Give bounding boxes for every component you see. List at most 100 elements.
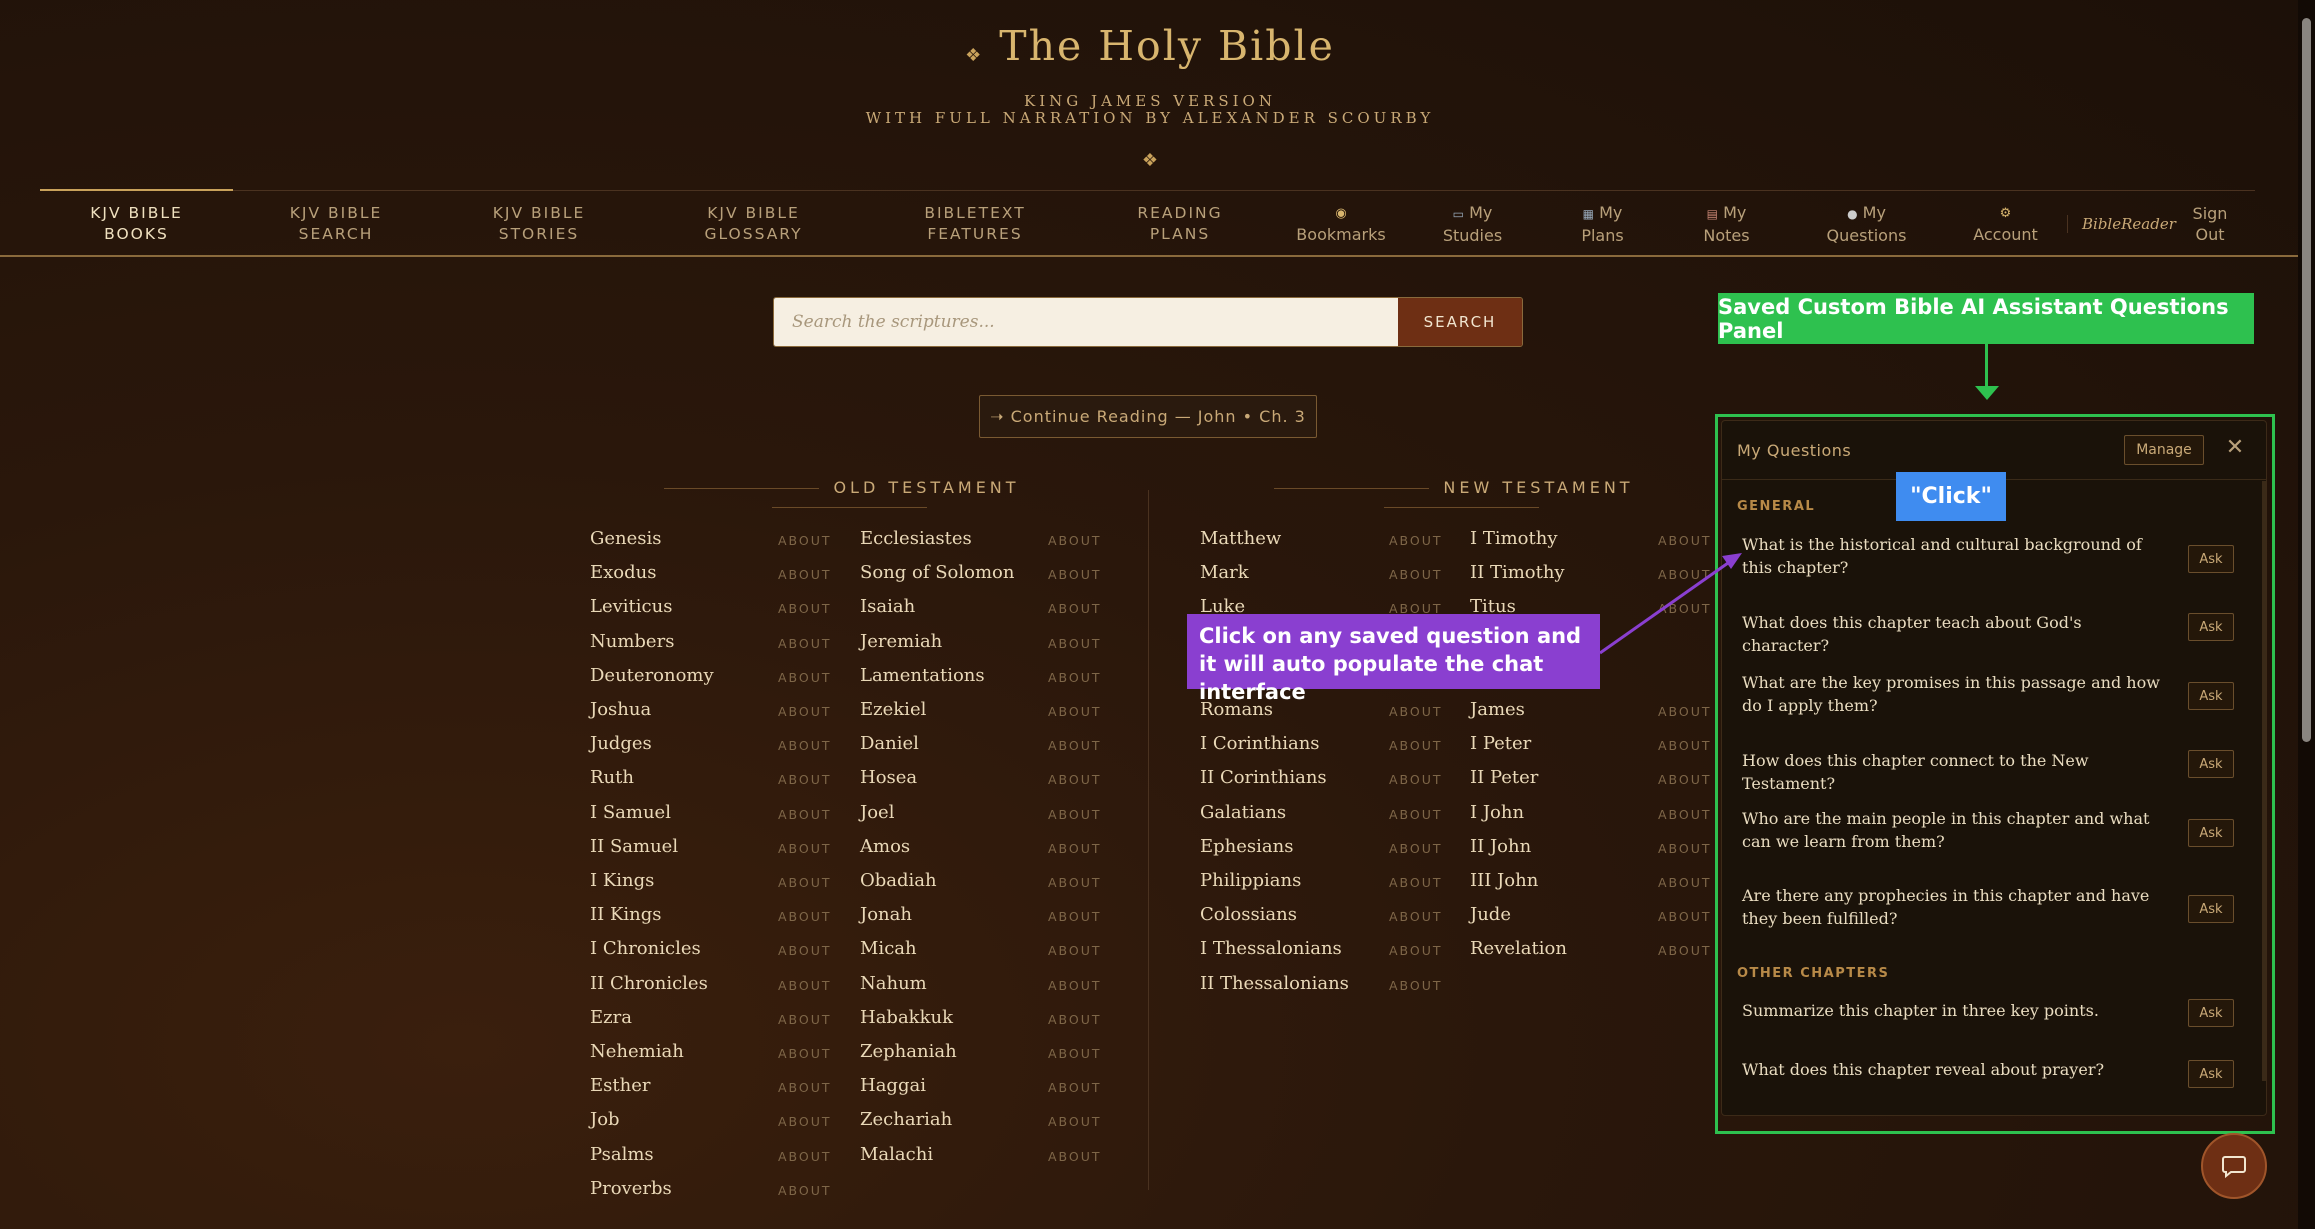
about-link[interactable]: ABOUT [778,533,832,548]
about-link[interactable]: ABOUT [778,670,832,685]
about-link[interactable]: ABOUT [1658,807,1712,822]
about-link[interactable]: ABOUT [1389,841,1443,856]
book-link[interactable]: Daniel [860,733,919,754]
nav-my-plans[interactable]: ▦ My Plans [1541,202,1664,246]
book-link[interactable]: Amos [860,836,910,857]
book-link[interactable]: Isaiah [860,596,915,617]
book-link[interactable]: Mark [1200,562,1249,583]
book-link[interactable]: I Peter [1470,733,1531,754]
book-link[interactable]: Judges [590,733,652,754]
book-link[interactable]: II Corinthians [1200,767,1327,788]
chat-button[interactable] [2201,1133,2267,1199]
book-link[interactable]: I Chronicles [590,938,701,959]
book-link[interactable]: Jonah [860,904,912,925]
book-link[interactable]: I Kings [590,870,654,891]
about-link[interactable]: ABOUT [1048,601,1102,616]
book-link[interactable]: Nahum [860,973,927,994]
book-link[interactable]: Job [590,1109,620,1130]
about-link[interactable]: ABOUT [1048,1149,1102,1164]
book-link[interactable]: Nehemiah [590,1041,684,1062]
about-link[interactable]: ABOUT [778,1080,832,1095]
book-link[interactable]: II Chronicles [590,973,708,994]
book-link[interactable]: Joel [860,802,894,823]
book-link[interactable]: Ephesians [1200,836,1293,857]
book-link[interactable]: Ruth [590,767,634,788]
about-link[interactable]: ABOUT [1048,1080,1102,1095]
book-link[interactable]: Colossians [1200,904,1297,925]
about-link[interactable]: ABOUT [1048,943,1102,958]
about-link[interactable]: ABOUT [778,807,832,822]
about-link[interactable]: ABOUT [778,1046,832,1061]
about-link[interactable]: ABOUT [1048,1046,1102,1061]
search-input[interactable] [774,298,1398,346]
book-link[interactable]: Exodus [590,562,656,583]
book-link[interactable]: Obadiah [860,870,937,891]
about-link[interactable]: ABOUT [778,738,832,753]
nav-my-notes[interactable]: ▤ My Notes [1664,202,1789,246]
book-link[interactable]: Haggai [860,1075,926,1096]
nav-reading-plans[interactable]: READING PLANS [1082,203,1278,245]
nav-my-questions[interactable]: ● My Questions [1789,202,1944,246]
book-link[interactable]: Matthew [1200,528,1281,549]
book-link[interactable]: Genesis [590,528,662,549]
nav-bibletext-features[interactable]: BIBLETEXT FEATURES [868,203,1082,245]
about-link[interactable]: ABOUT [778,841,832,856]
about-link[interactable]: ABOUT [1048,841,1102,856]
about-link[interactable]: ABOUT [1658,943,1712,958]
book-link[interactable]: Lamentations [860,665,985,686]
book-link[interactable]: I Timothy [1470,528,1558,549]
about-link[interactable]: ABOUT [778,1114,832,1129]
book-link[interactable]: II Samuel [590,836,678,857]
about-link[interactable]: ABOUT [1048,978,1102,993]
about-link[interactable]: ABOUT [1658,567,1712,582]
about-link[interactable]: ABOUT [778,875,832,890]
about-link[interactable]: ABOUT [1048,1114,1102,1129]
book-link[interactable]: Habakkuk [860,1007,953,1028]
nav-bible-reader[interactable]: BibleReader [2067,215,2176,233]
about-link[interactable]: ABOUT [1048,772,1102,787]
about-link[interactable]: ABOUT [1658,601,1712,616]
about-link[interactable]: ABOUT [778,909,832,924]
book-link[interactable]: Proverbs [590,1178,672,1199]
book-link[interactable]: Ezra [590,1007,632,1028]
book-link[interactable]: Ecclesiastes [860,528,972,549]
continue-reading-button[interactable]: ➝ Continue Reading — John • Ch. 3 [979,395,1317,438]
book-link[interactable]: Psalms [590,1144,654,1165]
about-link[interactable]: ABOUT [1658,909,1712,924]
about-link[interactable]: ABOUT [1389,567,1443,582]
about-link[interactable]: ABOUT [1658,738,1712,753]
about-link[interactable]: ABOUT [778,636,832,651]
nav-account[interactable]: ⚙ Account [1944,203,2067,245]
book-link[interactable]: Ezekiel [860,699,926,720]
about-link[interactable]: ABOUT [1389,772,1443,787]
about-link[interactable]: ABOUT [1389,533,1443,548]
about-link[interactable]: ABOUT [1658,875,1712,890]
about-link[interactable]: ABOUT [1389,909,1443,924]
about-link[interactable]: ABOUT [778,1149,832,1164]
about-link[interactable]: ABOUT [778,943,832,958]
book-link[interactable]: II Peter [1470,767,1538,788]
nav-kjv-books[interactable]: KJV BIBLE BOOKS [40,189,233,245]
nav-sign-out[interactable]: Sign Out [2169,203,2251,245]
about-link[interactable]: ABOUT [1048,1012,1102,1027]
book-link[interactable]: Revelation [1470,938,1567,959]
about-link[interactable]: ABOUT [1048,704,1102,719]
book-link[interactable]: Leviticus [590,596,672,617]
about-link[interactable]: ABOUT [1048,738,1102,753]
about-link[interactable]: ABOUT [1048,875,1102,890]
about-link[interactable]: ABOUT [1048,567,1102,582]
book-link[interactable]: Jude [1470,904,1511,925]
book-link[interactable]: Jeremiah [860,631,942,652]
book-link[interactable]: III John [1470,870,1538,891]
book-link[interactable]: II Thessalonians [1200,973,1349,994]
book-link[interactable]: Song of Solomon [860,562,1015,583]
page-scrollbar-thumb[interactable] [2302,18,2311,742]
book-link[interactable]: I Thessalonians [1200,938,1342,959]
nav-bookmarks[interactable]: ◉ Bookmarks [1278,203,1404,245]
about-link[interactable]: ABOUT [1048,533,1102,548]
about-link[interactable]: ABOUT [1389,978,1443,993]
book-link[interactable]: II Timothy [1470,562,1565,583]
about-link[interactable]: ABOUT [1389,875,1443,890]
book-link[interactable]: Deuteronomy [590,665,714,686]
about-link[interactable]: ABOUT [1389,704,1443,719]
